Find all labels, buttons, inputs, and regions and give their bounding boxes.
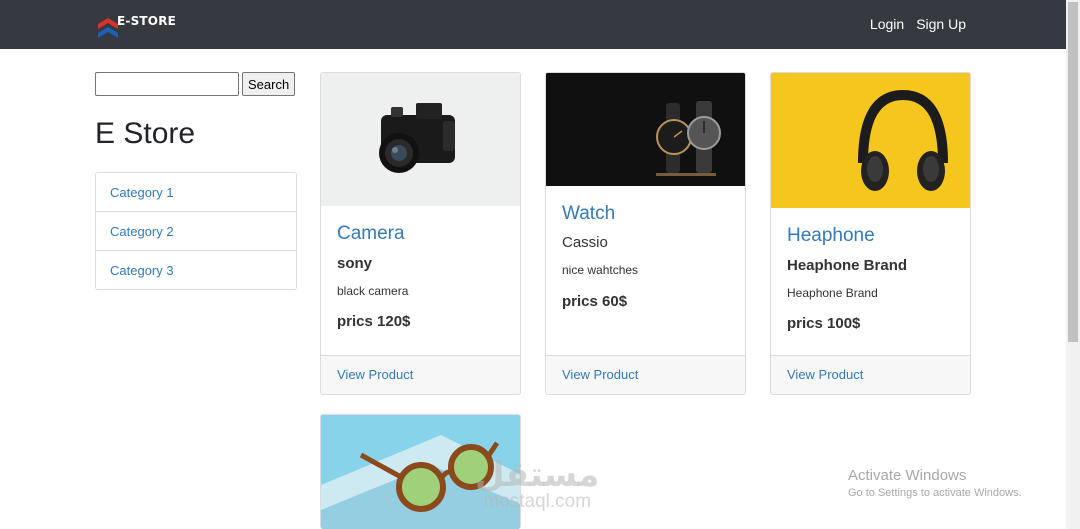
product-price: prics 60$ <box>562 293 628 310</box>
activate-windows-watermark: Activate Windows Go to Settings to activ… <box>848 467 1022 499</box>
top-navbar: E-STORE Login Sign Up <box>0 0 1066 49</box>
mostaql-arabic-text: مستقل <box>475 455 600 495</box>
logo-chevron-icon <box>98 18 118 38</box>
scrollbar-thumb[interactable] <box>1068 2 1078 342</box>
product-price: prics 120$ <box>337 313 411 330</box>
product-card-headphone: Heaphone Heaphone Brand Heaphone Brand p… <box>770 72 971 395</box>
product-description: Heaphone Brand <box>787 286 878 300</box>
signup-link[interactable]: Sign Up <box>916 16 966 32</box>
product-title[interactable]: Camera <box>337 223 504 245</box>
view-product-link[interactable]: View Product <box>321 355 520 394</box>
search-input[interactable] <box>95 72 239 96</box>
product-brand: sony <box>337 255 373 272</box>
brand-name: E-STORE <box>117 14 177 28</box>
product-title[interactable]: Heaphone <box>787 225 954 247</box>
view-product-link[interactable]: View Product <box>546 355 745 394</box>
product-title[interactable]: Watch <box>562 203 729 225</box>
category-item-2[interactable]: Category 2 <box>96 212 296 251</box>
activate-windows-subtitle: Go to Settings to activate Windows. <box>848 487 1022 499</box>
search-button[interactable]: Search <box>242 72 296 96</box>
product-card-camera: Camera sony black camera prics 120$ View… <box>320 72 521 395</box>
page-scrollbar[interactable] <box>1066 0 1080 529</box>
mostaql-url: mostaql.com <box>483 491 592 512</box>
product-description: black camera <box>337 284 409 298</box>
headphone-photo <box>771 73 970 208</box>
watch-photo <box>546 73 745 186</box>
view-product-link[interactable]: View Product <box>771 355 970 394</box>
product-brand: Cassio <box>562 234 608 251</box>
product-brand: Heaphone Brand <box>787 257 908 274</box>
product-price: prics 100$ <box>787 315 861 332</box>
product-description: nice wahtches <box>562 263 639 277</box>
category-list: Category 1 Category 2 Category 3 <box>95 172 297 290</box>
camera-photo <box>321 73 520 206</box>
login-link[interactable]: Login <box>870 16 904 32</box>
category-item-3[interactable]: Category 3 <box>96 251 296 289</box>
brand-logo[interactable]: E-STORE <box>98 12 188 40</box>
product-card-watch: Watch Cassio nice wahtches prics 60$ Vie… <box>545 72 746 395</box>
mostaql-watermark: مستقل mostaql.com <box>475 455 599 513</box>
activate-windows-title: Activate Windows <box>848 467 967 484</box>
search-form: Search <box>95 72 296 96</box>
page-title: E Store <box>95 117 196 150</box>
category-item-1[interactable]: Category 1 <box>96 173 296 212</box>
